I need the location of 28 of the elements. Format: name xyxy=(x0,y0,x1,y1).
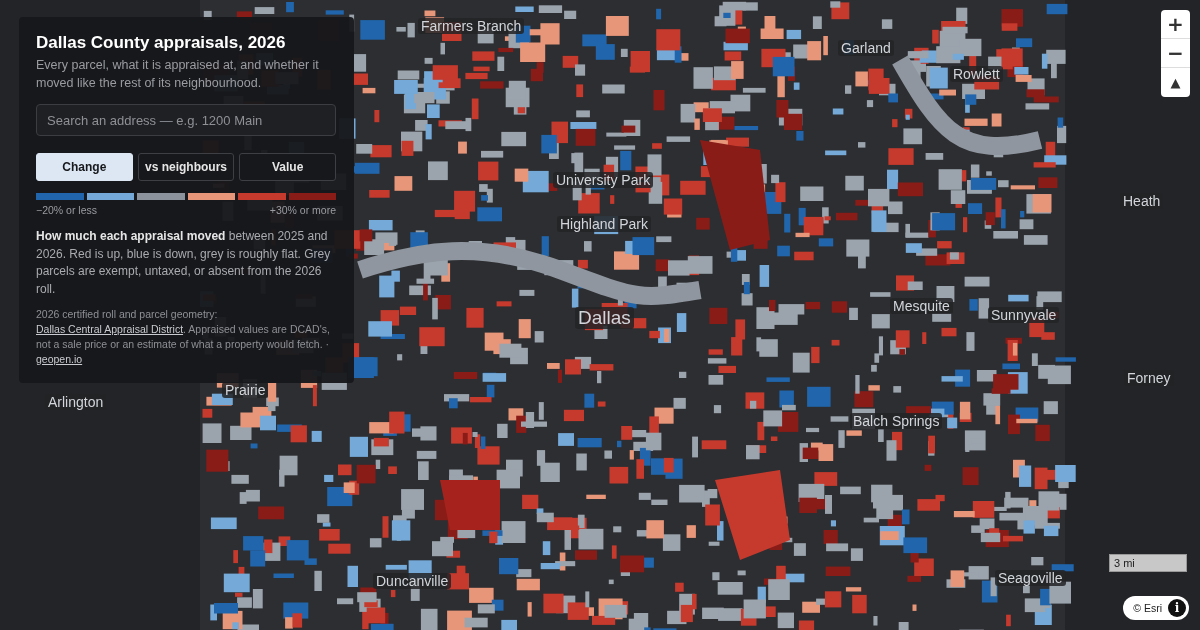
attribution-text: © Esri xyxy=(1133,602,1162,614)
place-label: Sunnyvale xyxy=(988,307,1060,323)
place-label: Mesquite xyxy=(890,298,953,314)
panel-title: Dallas County appraisals, 2026 xyxy=(36,33,287,53)
place-label: Dallas xyxy=(575,307,634,329)
panel-subtitle: Every parcel, what it is appraised at, and whether it moved like the rest of its neighbourhood. xyxy=(36,57,320,92)
place-label: Seagoville xyxy=(995,570,1066,586)
compass-button[interactable]: ▲ xyxy=(1161,68,1190,97)
mode-tab[interactable]: vs neighbours xyxy=(137,153,235,181)
mode-tab[interactable]: Value xyxy=(239,153,336,181)
site-link[interactable]: geopen.io xyxy=(36,353,83,365)
place-label: Farmers Branch xyxy=(418,18,525,34)
place-label: Duncanville xyxy=(373,573,452,589)
address-search-field[interactable]: Search an address — e.g. 1200 Main xyxy=(36,104,336,136)
place-label: Highland Park xyxy=(557,216,651,232)
source-note: 2026 certified roll and parcel geometry: Dallas Central Appraisal District. Appraised values are DCAD's, not a sale price or an estimate of what a property would fetch. · geopen.io xyxy=(36,307,331,367)
place-label: Balch Springs xyxy=(850,413,943,429)
place-label: Rowlett xyxy=(950,66,1003,82)
legend-low-label: −20% or less xyxy=(36,204,97,216)
zoom-in-button[interactable]: + xyxy=(1161,10,1190,39)
info-button[interactable]: i xyxy=(1168,599,1186,617)
place-label: University Park xyxy=(553,172,654,188)
zoom-out-button[interactable]: − xyxy=(1161,39,1190,68)
mode-tab[interactable]: Change xyxy=(36,153,133,181)
legend-high-label: +30% or more xyxy=(269,204,336,216)
scale-bar: 3 mi xyxy=(1109,554,1187,572)
description-text: How much each appraisal moved between 2025 and 2026. Red is up, blue is down, grey is roughly flat. Grey parcels are exempt, untaxed, or absent from the 2026 roll. xyxy=(36,228,332,298)
place-label: Garland xyxy=(838,40,894,56)
